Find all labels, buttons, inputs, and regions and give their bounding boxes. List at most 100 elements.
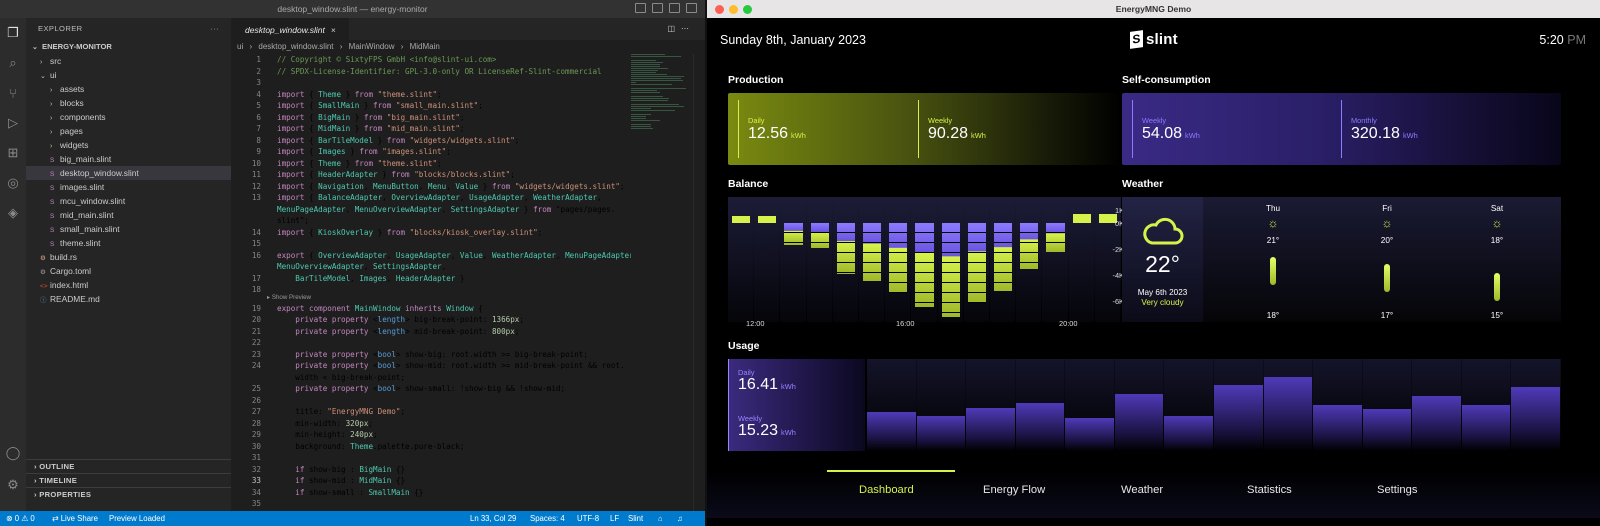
preview-status[interactable]: Preview Loaded bbox=[109, 511, 165, 526]
nav-statistics[interactable]: Statistics bbox=[1247, 484, 1292, 496]
split-editor-icon[interactable]: ◫ bbox=[667, 24, 681, 33]
code-editor[interactable]: 1 // Copyright © SixtyFPS GmbH <info@slin… bbox=[231, 54, 631, 511]
minimize-window-button[interactable] bbox=[729, 5, 738, 14]
code-line[interactable]: width < big-break-point; bbox=[231, 372, 631, 384]
code-line[interactable]: 13 import { BalanceAdapter, OverviewAdapt… bbox=[231, 192, 631, 204]
code-line[interactable]: 10 import { Theme } from "theme.slint"; bbox=[231, 158, 631, 170]
editor-scrollbar[interactable] bbox=[693, 54, 705, 511]
account-icon[interactable]: ◯ bbox=[4, 444, 22, 462]
minimap[interactable] bbox=[631, 54, 689, 129]
code-line[interactable]: 16 export { OverviewAdapter, UsageAdapter… bbox=[231, 250, 631, 262]
explorer-icon[interactable]: ❐ bbox=[4, 24, 22, 42]
breadcrumb-file[interactable]: desktop_window.slint bbox=[258, 42, 333, 51]
source-control-icon[interactable]: ⑂ bbox=[4, 84, 22, 102]
breadcrumb-mainwindow[interactable]: MainWindow bbox=[349, 42, 395, 51]
customize-layout-icon[interactable] bbox=[686, 3, 697, 13]
close-window-button[interactable] bbox=[715, 5, 724, 14]
tree-file[interactable]: ⓘ README.md bbox=[26, 292, 231, 306]
extensions-icon[interactable]: ⊞ bbox=[4, 144, 22, 162]
eol-status[interactable]: LF bbox=[610, 511, 619, 526]
search-icon[interactable]: ⌕ bbox=[4, 54, 22, 72]
code-line[interactable]: 35 bbox=[231, 498, 631, 510]
nav-dashboard[interactable]: Dashboard bbox=[859, 484, 914, 496]
feedback-icon[interactable]: ⌂ bbox=[658, 511, 663, 526]
code-line[interactable]: 21 private property <length> mid-break-p… bbox=[231, 326, 631, 338]
production-tile[interactable]: Daily 12.56 kWh Weekly 90.28 kWh bbox=[728, 93, 1121, 165]
close-tab-icon[interactable]: × bbox=[331, 25, 336, 35]
code-line[interactable]: 30 background: Theme.palette.pure-black; bbox=[231, 441, 631, 453]
code-line[interactable]: MenuOverviewAdapter, SettingsAdapter, bbox=[231, 261, 631, 273]
more-icon[interactable]: ⋯ bbox=[681, 24, 695, 33]
code-line[interactable]: 2 // SPDX-License-Identifier: GPL-3.0-onl… bbox=[231, 66, 631, 78]
code-line[interactable]: 31 bbox=[231, 452, 631, 464]
code-line[interactable]: 19 export component MainWindow inherits W… bbox=[231, 303, 631, 315]
tree-file[interactable]: Sdesktop_window.slint bbox=[26, 166, 231, 180]
tree-file[interactable]: Stheme.slint bbox=[26, 236, 231, 250]
language-mode[interactable]: Slint bbox=[628, 511, 643, 526]
manage-gear-icon[interactable]: ⚙ bbox=[4, 476, 22, 494]
code-line[interactable]: 23 private property <bool> show-big: roo… bbox=[231, 349, 631, 361]
code-line[interactable]: 25 private property <bool> show-small: !… bbox=[231, 383, 631, 395]
code-line[interactable]: 33 if show-mid : MidMain {} bbox=[231, 475, 631, 487]
tree-file[interactable]: Simages.slint bbox=[26, 180, 231, 194]
code-line[interactable]: 12 import { Navigation, MenuButton, Menu,… bbox=[231, 181, 631, 193]
more-actions-icon[interactable]: ··· bbox=[210, 18, 219, 40]
code-line[interactable]: 28 min-width: 320px; bbox=[231, 418, 631, 430]
tree-folder[interactable]: › widgets bbox=[26, 138, 231, 152]
code-line[interactable]: 24 private property <bool> show-mid: roo… bbox=[231, 360, 631, 372]
toggle-secondary-sidebar-icon[interactable] bbox=[669, 3, 680, 13]
breadcrumb-ui[interactable]: ui bbox=[237, 42, 243, 51]
code-line[interactable]: 4 import { Theme } from "theme.slint"; bbox=[231, 89, 631, 101]
properties-section[interactable]: › PROPERTIES bbox=[26, 487, 231, 501]
remote-explorer-icon[interactable]: ◎ bbox=[4, 174, 22, 192]
indentation-status[interactable]: Spaces: 4 bbox=[530, 511, 565, 526]
nav-energy-flow[interactable]: Energy Flow bbox=[983, 484, 1045, 496]
tree-folder[interactable]: ⌄ ui bbox=[26, 68, 231, 82]
tree-folder[interactable]: › assets bbox=[26, 82, 231, 96]
breadcrumb-midmain[interactable]: MidMain bbox=[410, 42, 440, 51]
tree-file[interactable]: Ssmall_main.slint bbox=[26, 222, 231, 236]
tree-file[interactable]: Sbig_main.slint bbox=[26, 152, 231, 166]
project-root[interactable]: ⌄ ENERGY-MONITOR bbox=[26, 40, 231, 54]
code-line[interactable]: 11 import { HeaderAdapter } from "blocks/… bbox=[231, 169, 631, 181]
toggle-sidebar-icon[interactable] bbox=[635, 3, 646, 13]
run-debug-icon[interactable]: ▷ bbox=[4, 114, 22, 132]
encoding-status[interactable]: UTF-8 bbox=[577, 511, 599, 526]
live-share-status[interactable]: ⇄ Live Share bbox=[52, 511, 98, 526]
code-line[interactable]: 27 title: "EnergyMNG Demo"; bbox=[231, 406, 631, 418]
tree-file[interactable]: Smid_main.slint bbox=[26, 208, 231, 222]
code-line[interactable]: 20 private property <length> big-break-p… bbox=[231, 314, 631, 326]
nav-weather[interactable]: Weather bbox=[1121, 484, 1163, 496]
code-line[interactable]: 32 if show-big : BigMain {} bbox=[231, 464, 631, 476]
tree-file[interactable]: ⚙ Cargo.toml bbox=[26, 264, 231, 278]
code-line[interactable]: 14 import { KioskOverlay } from "blocks/k… bbox=[231, 227, 631, 239]
slint-icon[interactable]: ◈ bbox=[4, 204, 22, 222]
code-line[interactable]: 1 // Copyright © SixtyFPS GmbH <info@slin… bbox=[231, 54, 631, 66]
code-line[interactable]: 22 bbox=[231, 337, 631, 349]
zoom-window-button[interactable] bbox=[743, 5, 752, 14]
code-line[interactable]: 34 if show-small : SmallMain {} bbox=[231, 487, 631, 499]
tree-file[interactable]: <> index.html bbox=[26, 278, 231, 292]
nav-settings[interactable]: Settings bbox=[1377, 484, 1417, 496]
code-line[interactable]: 5 import { SmallMain } from "small_main.s… bbox=[231, 100, 631, 112]
timeline-section[interactable]: › TIMELINE bbox=[26, 473, 231, 487]
code-line[interactable]: slint"; bbox=[231, 215, 631, 227]
tree-file[interactable]: Smcu_window.slint bbox=[26, 194, 231, 208]
tree-folder[interactable]: › pages bbox=[26, 124, 231, 138]
code-line[interactable]: MenuPageAdapter, MenuOverviewAdapter, Se… bbox=[231, 204, 631, 216]
tree-folder[interactable]: › components bbox=[26, 110, 231, 124]
code-line[interactable]: 7 import { MidMain } from "mid_main.slint… bbox=[231, 123, 631, 135]
show-preview-lens[interactable]: ▸ Show Preview bbox=[231, 294, 631, 302]
outline-section[interactable]: › OUTLINE bbox=[26, 459, 231, 473]
code-line[interactable]: 9 import { Images } from "images.slint"; bbox=[231, 146, 631, 158]
toggle-panel-icon[interactable] bbox=[652, 3, 663, 13]
code-line[interactable]: 17 BarTileModel, Images, HeaderAdapter } bbox=[231, 273, 631, 285]
cursor-position[interactable]: Ln 33, Col 29 bbox=[470, 511, 516, 526]
tree-folder[interactable]: › blocks bbox=[26, 96, 231, 110]
weather-panel[interactable]: 22° May 6th 2023 Very cloudy Thu ☼ 21° 18° F… bbox=[1122, 197, 1561, 322]
usage-tile[interactable]: Daily 16.41 kWh Weekly 15.23 kWh bbox=[728, 359, 865, 451]
code-line[interactable]: 29 min-height: 240px; bbox=[231, 429, 631, 441]
tree-folder[interactable]: › src bbox=[26, 54, 231, 68]
tree-file[interactable]: ⚙ build.rs bbox=[26, 250, 231, 264]
code-line[interactable]: 8 import { BarTileModel } from "widgets/w… bbox=[231, 135, 631, 147]
